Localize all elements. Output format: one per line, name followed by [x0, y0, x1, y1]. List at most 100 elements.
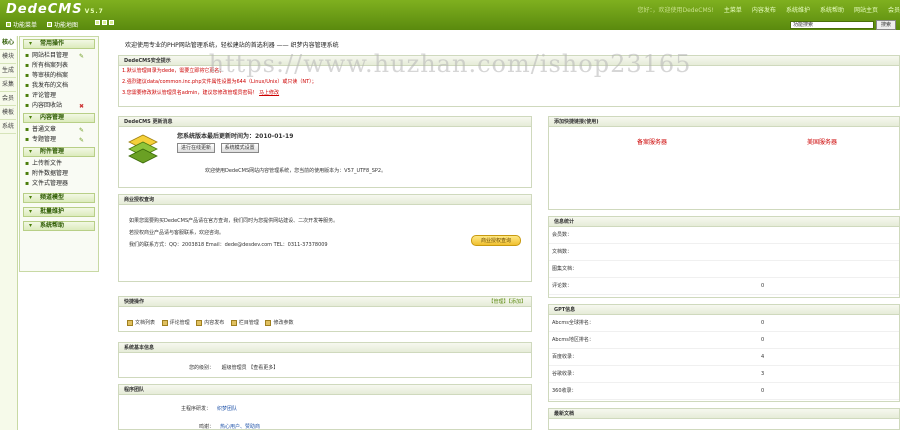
- quick-publish[interactable]: 内容发布: [196, 319, 224, 326]
- folder-icon: [230, 319, 237, 326]
- user-level-label: 您的级别：: [189, 365, 215, 371]
- theme-square-icon[interactable]: [95, 20, 100, 25]
- top-nav: 您好：，欢迎使用DedeCMS! 主菜单 内容发布 系统维护 系统帮助 网站主页…: [638, 5, 900, 14]
- seo-value: 0: [761, 320, 765, 326]
- menu-item-upload[interactable]: 上传新文件: [20, 159, 98, 169]
- logo[interactable]: DedeCMS V5.7: [6, 2, 104, 17]
- server-link-2[interactable]: 美国服务器: [807, 137, 837, 146]
- system-mode-button[interactable]: 系统模式设置: [220, 143, 259, 153]
- user-greeting: 您好：，欢迎使用DedeCMS!: [637, 7, 714, 14]
- team-value[interactable]: 织梦团队: [217, 406, 237, 412]
- menu-item-comments[interactable]: 评论管理: [20, 91, 98, 101]
- tab-template[interactable]: 模板: [0, 106, 16, 120]
- seo-value: 0: [761, 337, 765, 343]
- stat-row-docs: 文档数：: [549, 244, 899, 261]
- basic-info-title: 系统基本信息: [119, 343, 531, 353]
- seo-row-global: Abcms全球排名： 0: [549, 315, 899, 332]
- search-input[interactable]: 功能搜索: [790, 21, 874, 29]
- nav-system[interactable]: 系统维护: [786, 5, 810, 14]
- quick-doc-list[interactable]: 文档列表: [127, 319, 155, 326]
- menu-item-all-docs[interactable]: 所有档案列表: [20, 61, 98, 71]
- menu-item-my-docs[interactable]: 我发布的文档: [20, 81, 98, 91]
- search-button[interactable]: 搜索: [876, 20, 896, 30]
- top-bar: DedeCMS V5.7 功能菜单 功能地图 您好：，欢迎使用DedeCMS! 主…: [0, 0, 900, 30]
- quick-link-label: 内容发布: [204, 320, 225, 326]
- user-level-value[interactable]: 超级管理员 【查看更多】: [222, 365, 279, 371]
- team-panel: 程序团队 主程序研发： 织梦团队 鸣谢： 热心用户、赞助商: [118, 384, 532, 430]
- menu-item-label: 文件式管理器: [32, 180, 69, 187]
- add-icon[interactable]: ✎: [79, 136, 84, 146]
- menu-section-common[interactable]: 常用操作: [23, 39, 95, 49]
- function-map-link[interactable]: 功能地图: [47, 20, 78, 29]
- tab-generate[interactable]: 生成: [0, 64, 16, 78]
- security-line-3: 3.您需要修改默认管理员名admin，建议您修改管理员密码！ 马上修改: [119, 88, 899, 99]
- menu-section-attachment[interactable]: 附件管理: [23, 147, 95, 157]
- menu-section-batch[interactable]: 批量维护: [23, 207, 95, 217]
- shortcut-links-panel: 添加快捷链接(使用) 备案服务器 美国服务器: [548, 116, 900, 210]
- menu-section-content[interactable]: 内容管理: [23, 113, 95, 123]
- quick-actions-title: 快捷操作 【管理】【添加】: [119, 297, 531, 307]
- logo-text: DedeCMS: [6, 2, 83, 17]
- menu-item-label: 评论管理: [32, 92, 57, 99]
- update-title: DedeCMS 更新消息: [119, 117, 531, 127]
- theme-square-icon[interactable]: [109, 20, 114, 25]
- menu-item-category[interactable]: 网站栏目管理✎: [20, 51, 98, 61]
- commercial-query-button[interactable]: 商业授权查询: [471, 235, 521, 246]
- quick-comments[interactable]: 评论管理: [161, 319, 190, 326]
- quick-category[interactable]: 栏目管理: [230, 319, 259, 326]
- menu-item-pending[interactable]: 等审核的档案: [20, 71, 98, 81]
- tab-module[interactable]: 模块: [0, 50, 16, 64]
- team-title: 程序团队: [119, 385, 531, 395]
- tab-core[interactable]: 核心: [0, 36, 16, 50]
- menu-item-label: 附件数据管理: [32, 170, 69, 177]
- quick-actions-panel: 快捷操作 【管理】【添加】 文档列表 评论管理 内容发布 栏目管理 修改参数: [118, 296, 532, 332]
- logo-version: V5.7: [84, 8, 104, 15]
- seo-value: 3: [761, 371, 765, 377]
- nav-main-menu[interactable]: 主菜单: [724, 5, 742, 14]
- menu-item-topic[interactable]: 专题管理 ✎: [20, 135, 98, 145]
- quick-manage-link[interactable]: 【管理】【添加】: [488, 297, 526, 307]
- security-panel: DedeCMS安全提示 1.默认管理目录为dede，需要立即将它更名； 2.强烈…: [118, 55, 900, 107]
- menu-section-help[interactable]: 系统帮助: [23, 221, 95, 231]
- tab-system[interactable]: 系统: [0, 120, 16, 134]
- commercial-title: 商业授权查询: [119, 195, 531, 205]
- team-value[interactable]: 热心用户、赞助商: [220, 424, 260, 430]
- update-panel: DedeCMS 更新消息 您系统版本最后更新时间为：2010-01-19 进行在…: [118, 116, 532, 188]
- modify-now-link[interactable]: 马上修改: [259, 90, 279, 96]
- security-title: DedeCMS安全提示: [119, 56, 899, 66]
- tab-collect[interactable]: 采集: [0, 78, 16, 92]
- menu-item-file-manager[interactable]: 文件式管理器: [20, 179, 98, 189]
- menu-item-attach-data[interactable]: 附件数据管理: [20, 169, 98, 179]
- seo-label: 谷歌收录：: [552, 371, 578, 377]
- delete-icon[interactable]: ✖: [79, 102, 84, 112]
- menu-section-channel[interactable]: 频道模型: [23, 193, 95, 203]
- nav-member[interactable]: 会员: [888, 5, 900, 14]
- stat-row-images: 图集文档：: [549, 261, 899, 278]
- quick-params[interactable]: 修改参数: [265, 319, 293, 326]
- stat-row-comments: 评论数： 0: [549, 278, 899, 295]
- seo-value: 0: [761, 388, 765, 394]
- commercial-text-2: 若授权商业产品请与客服联系，欢迎咨询。: [129, 230, 225, 236]
- server-link-1[interactable]: 备案服务器: [637, 137, 667, 146]
- function-menu-link[interactable]: 功能菜单: [6, 20, 37, 29]
- nav-site-home[interactable]: 网站主页: [854, 5, 878, 14]
- menu-item-recycle[interactable]: 内容回收站 ✖: [20, 101, 98, 111]
- seo-info-title: GPT信息: [549, 305, 899, 315]
- team-row-1: 主程序研发： 织梦团队: [181, 405, 237, 412]
- tab-member[interactable]: 会员: [0, 92, 16, 106]
- quick-link-label: 评论管理: [169, 320, 190, 326]
- menu-item-article[interactable]: 普通文章✎: [20, 125, 98, 135]
- commercial-text-1: 如果您需要购买DedeCMS产品请在官方查询，我们同时为您提供网站建设、二次开发…: [129, 218, 339, 224]
- latest-docs-title: 最新文档: [549, 409, 899, 419]
- quick-link-label: 修改参数: [273, 320, 294, 326]
- nav-content-publish[interactable]: 内容发布: [752, 5, 776, 14]
- seo-label: 360收录：: [552, 388, 577, 394]
- online-update-button[interactable]: 进行在线更新: [177, 143, 216, 153]
- folder-icon: [127, 319, 133, 326]
- update-message: 欢迎使用DedeCMS网站内容管理系统，您当前的使用版本为：V57_UTF8_S…: [205, 168, 387, 174]
- nav-help[interactable]: 系统帮助: [820, 5, 844, 14]
- main-content: 欢迎使用专业的PHP网站管理系统，轻松建站的首选利器 —— 织梦内容管理系统 D…: [118, 36, 900, 430]
- menu-item-label: 上传新文件: [32, 160, 63, 167]
- sidebar-menu: 常用操作 网站栏目管理✎ 所有档案列表 等审核的档案 我发布的文档 评论管理 内…: [19, 36, 99, 272]
- theme-square-icon[interactable]: [102, 20, 107, 25]
